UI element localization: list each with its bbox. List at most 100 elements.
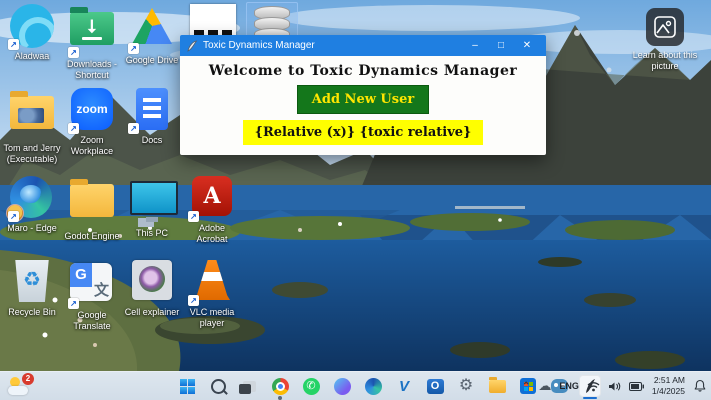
- whatsapp-icon: [302, 377, 320, 395]
- icon-label: VLC media player: [189, 307, 235, 328]
- landscape-photo-icon: [646, 8, 684, 46]
- battery-icon[interactable]: [628, 381, 644, 391]
- shortcut-arrow-icon: [128, 43, 139, 54]
- desktop-icon-maro-edge[interactable]: Maro - Edge: [3, 176, 61, 234]
- desktop-icon-cell-explainer[interactable]: Cell explainer: [123, 260, 181, 318]
- chrome-icon: [271, 377, 289, 395]
- desktop-icon-google-drive[interactable]: Google Drive: [123, 4, 181, 66]
- welcome-heading: Welcome to Toxic Dynamics Manager: [208, 63, 518, 79]
- shortcut-arrow-icon: [68, 298, 79, 309]
- window-content: Welcome to Toxic Dynamics Manager Add Ne…: [180, 56, 546, 155]
- settings-button[interactable]: [455, 375, 477, 397]
- google-drive-icon: [132, 8, 172, 44]
- desktop: Aladwaa Downloads - Shortcut Google Driv…: [0, 0, 711, 400]
- clock[interactable]: 2:51 AM 1/4/2025: [652, 375, 685, 396]
- desktop-icon-tom-and-jerry[interactable]: Tom and Jerry (Executable): [3, 88, 61, 165]
- window-title: Toxic Dynamics Manager: [203, 40, 315, 51]
- outlook-icon: [426, 378, 444, 394]
- desktop-icon-downloads[interactable]: Downloads - Shortcut: [63, 4, 121, 81]
- shortcut-arrow-icon: [128, 123, 139, 134]
- volume-icon[interactable]: [608, 381, 621, 392]
- downloads-folder-icon: [70, 7, 114, 45]
- desktop-icon-godot-engine[interactable]: Godot Engine: [63, 176, 121, 242]
- edge-button[interactable]: [362, 375, 384, 397]
- icon-label: Docs: [141, 135, 163, 145]
- icon-label: Godot Engine: [64, 231, 120, 241]
- tray-time: 2:51 AM: [653, 375, 685, 386]
- learn-about-picture-widget[interactable]: Learn about this picture: [629, 8, 701, 73]
- outlook-button[interactable]: [424, 375, 446, 397]
- adobe-acrobat-icon: A: [192, 176, 232, 216]
- minimize-button[interactable]: [462, 35, 488, 56]
- image-thumbnail-icon: [132, 260, 172, 300]
- shortcut-arrow-icon: [8, 211, 19, 222]
- settings-gear-icon: [459, 378, 473, 394]
- window-titlebar[interactable]: Toxic Dynamics Manager: [180, 35, 546, 56]
- google-docs-icon: [136, 88, 168, 130]
- relative-banner: {Relative (x)} {toxic relative}: [242, 120, 484, 145]
- system-tray: ENG: [522, 372, 707, 400]
- icon-label: Aladwaa: [14, 51, 50, 61]
- start-icon: [179, 378, 195, 394]
- vscode-icon: [399, 378, 409, 395]
- onedrive-cloud-icon[interactable]: [538, 378, 551, 394]
- shortcut-arrow-icon: [8, 39, 19, 50]
- task-view-icon: [238, 380, 256, 394]
- copilot-icon: [333, 377, 351, 395]
- folder-image-icon: [10, 91, 54, 129]
- weather-icon: 2: [8, 373, 34, 395]
- add-new-user-button[interactable]: Add New User: [296, 85, 430, 114]
- maximize-button[interactable]: [488, 35, 514, 56]
- desktop-icon-adobe-acrobat[interactable]: A Adobe Acrobat: [183, 176, 241, 245]
- shortcut-arrow-icon: [68, 47, 79, 58]
- shortcut-arrow-icon: [188, 295, 199, 306]
- icon-label: Google Translate: [73, 310, 111, 331]
- wifi-icon[interactable]: [587, 381, 600, 392]
- google-translate-icon: [70, 263, 112, 301]
- task-view-button[interactable]: [238, 375, 260, 397]
- icon-label: Google Drive: [125, 55, 179, 65]
- taskbar: 2 ENG: [0, 371, 711, 400]
- learn-about-picture-label: Learn about this picture: [632, 50, 698, 72]
- folder-icon: [70, 179, 114, 217]
- quill-icon: [186, 39, 198, 52]
- language-indicator[interactable]: ENG: [559, 381, 579, 391]
- shortcut-arrow-icon: [188, 211, 199, 222]
- desktop-icon-vlc[interactable]: VLC media player: [183, 260, 241, 329]
- chrome-button[interactable]: [269, 375, 291, 400]
- edge-icon: [364, 377, 382, 395]
- toxic-dynamics-manager-window: Toxic Dynamics Manager Welcome to Toxic …: [180, 35, 546, 155]
- icon-label: Downloads - Shortcut: [66, 59, 118, 80]
- desktop-icon-this-pc[interactable]: This PC: [123, 176, 181, 239]
- widgets-badge: 2: [22, 373, 34, 385]
- desktop-icon-recycle-bin[interactable]: Recycle Bin: [3, 260, 61, 318]
- desktop-icon-google-translate[interactable]: Google Translate: [63, 260, 121, 332]
- copilot-button[interactable]: [331, 375, 353, 397]
- close-button[interactable]: [514, 35, 540, 56]
- icon-label: Adobe Acrobat: [196, 223, 228, 244]
- recycle-bin-icon: [15, 260, 49, 302]
- icon-label: Zoom Workplace: [70, 135, 114, 156]
- icon-label: Maro - Edge: [7, 223, 57, 233]
- vscode-button[interactable]: [393, 375, 415, 397]
- desktop-icon-docs[interactable]: Docs: [123, 88, 181, 146]
- file-explorer-button[interactable]: [486, 375, 508, 397]
- file-explorer-icon: [488, 376, 506, 393]
- whatsapp-button[interactable]: [300, 375, 322, 397]
- icon-label: Recycle Bin: [8, 307, 56, 317]
- start-button[interactable]: [176, 375, 198, 397]
- widgets-button[interactable]: 2: [8, 373, 34, 398]
- icon-label: This PC: [135, 228, 168, 238]
- shortcut-arrow-icon: [68, 123, 79, 134]
- vlc-cone-icon: [194, 260, 230, 300]
- icon-label: Tom and Jerry (Executable): [3, 143, 61, 164]
- search-button[interactable]: [207, 375, 229, 397]
- desktop-icon-zoom[interactable]: zoom Zoom Workplace: [63, 88, 121, 157]
- search-icon: [210, 378, 226, 394]
- desktop-icon-aladwaa[interactable]: Aladwaa: [3, 4, 61, 62]
- notification-bell-icon[interactable]: [693, 379, 707, 393]
- tray-date: 1/4/2025: [651, 386, 685, 396]
- chevron-up-icon[interactable]: [522, 381, 530, 392]
- icon-label: Cell explainer: [124, 307, 180, 317]
- monitor-icon: [130, 181, 178, 222]
